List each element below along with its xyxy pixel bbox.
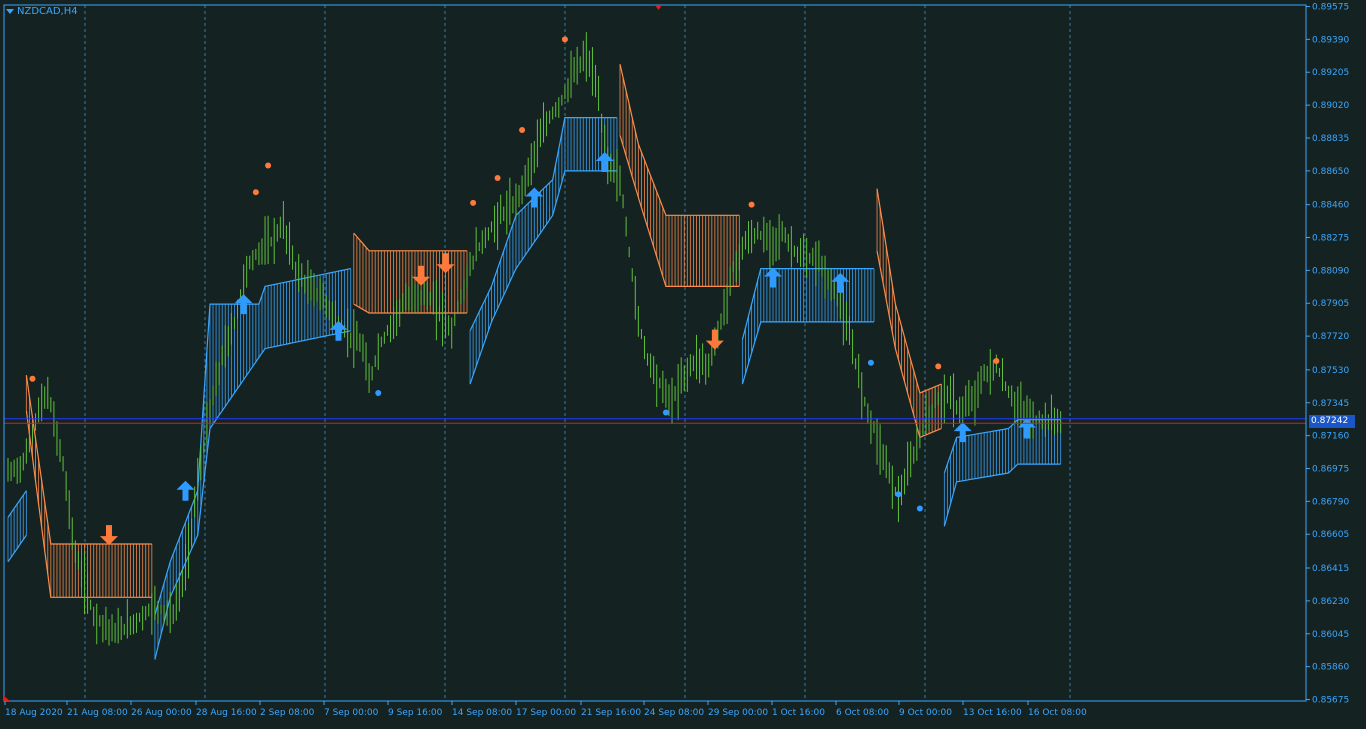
y-axis-tick-label: 0.89575 — [1312, 3, 1349, 13]
y-axis-tick-label: 0.85675 — [1312, 696, 1349, 706]
y-axis-tick-label: 0.89205 — [1312, 68, 1349, 78]
swing-high-dot — [29, 375, 36, 382]
swing-low-dot — [867, 359, 874, 366]
y-axis-tick-label: 0.87345 — [1312, 399, 1349, 409]
swing-high-dot — [993, 357, 1000, 364]
x-axis-tick-label: 14 Sep 08:00 — [452, 708, 512, 718]
swing-low-dot — [662, 409, 669, 416]
swing-high-dot — [470, 199, 477, 206]
y-axis-tick-label: 0.87160 — [1312, 432, 1349, 442]
swing-high-dot — [494, 174, 501, 181]
y-axis-tick-label: 0.87720 — [1312, 332, 1349, 342]
y-axis-tick-label: 0.88275 — [1312, 234, 1349, 244]
y-axis-tick-label: 0.86045 — [1312, 630, 1349, 640]
x-axis-tick-label: 17 Sep 00:00 — [516, 708, 576, 718]
y-axis-tick-label: 0.86415 — [1312, 564, 1349, 574]
chart-border — [3, 4, 1307, 702]
swing-low-dot — [895, 491, 902, 498]
swing-high-dot — [252, 189, 259, 196]
x-axis-tick-label: 16 Oct 08:00 — [1028, 708, 1087, 718]
y-axis-tick-label: 0.87905 — [1312, 299, 1349, 309]
dropdown-triangle-icon[interactable] — [6, 9, 14, 14]
y-axis-tick-label: 0.88650 — [1312, 167, 1349, 177]
y-axis-tick-label: 0.88835 — [1312, 134, 1349, 144]
x-axis-tick-label: 6 Oct 08:00 — [836, 708, 889, 718]
x-axis-tick-label: 9 Sep 16:00 — [388, 708, 443, 718]
y-axis-tick-label: 0.86790 — [1312, 497, 1349, 507]
band-lower-edge — [353, 303, 467, 314]
y-axis-tick-label: 0.86605 — [1312, 530, 1349, 540]
x-axis-tick-label: 1 Oct 16:00 — [772, 708, 825, 718]
swing-low-dot — [375, 389, 382, 396]
arrow-down-icon — [705, 329, 724, 350]
y-axis-tick-label: 0.88090 — [1312, 266, 1349, 276]
x-axis-tick-label: 26 Aug 00:00 — [131, 708, 192, 718]
band-upper-edge — [619, 64, 740, 216]
swing-high-dot — [748, 201, 755, 208]
x-axis-tick-label: 13 Oct 16:00 — [963, 708, 1022, 718]
band-lower-edge — [741, 321, 874, 385]
candle-layer — [7, 32, 1062, 646]
symbol-timeframe-text: NZDCAD,H4 — [17, 6, 78, 17]
grid-layer — [84, 5, 1071, 701]
y-axis-tick-label: 0.89020 — [1312, 101, 1349, 111]
band-lower-edge — [943, 463, 1061, 527]
arrow-down-icon — [99, 525, 118, 546]
x-axis-tick-label: 21 Aug 08:00 — [67, 708, 128, 718]
y-axis-tick-label: 0.87530 — [1312, 366, 1349, 376]
y-axis-tick-label: 0.89390 — [1312, 35, 1349, 45]
swing-high-dot — [265, 162, 272, 169]
current-price-badge: 0.87242 — [1309, 415, 1355, 428]
swing-low-dot — [916, 505, 923, 512]
x-axis-tick-label: 9 Oct 00:00 — [899, 708, 952, 718]
y-axis-tick-label: 0.85860 — [1312, 663, 1349, 673]
x-axis-tick-label: 2 Sep 08:00 — [260, 708, 315, 718]
x-axis-tick-label: 29 Sep 00:00 — [708, 708, 768, 718]
swing-high-dot — [935, 363, 942, 370]
chart-frame — [3, 4, 1307, 702]
y-axis-tick-label: 0.86230 — [1312, 597, 1349, 607]
swing-high-dot — [519, 126, 526, 133]
period-separator-marker-icon — [655, 5, 662, 10]
symbol-label[interactable]: NZDCAD,H4 — [6, 6, 78, 17]
x-axis-tick-label: 21 Sep 16:00 — [581, 708, 641, 718]
chart-window[interactable]: 0.89575 0.89390 0.89205 0.89020 0.88835 0.886… — [0, 0, 1366, 725]
y-axis-tick-label: 0.86975 — [1312, 465, 1349, 475]
x-axis-tick-label: 24 Sep 08:00 — [644, 708, 704, 718]
corner-marker-icon — [4, 696, 10, 701]
price-line-layer — [4, 418, 1306, 424]
swing-high-dot — [561, 36, 568, 43]
x-axis-tick-label: 28 Aug 16:00 — [196, 708, 257, 718]
x-axis-tick-label: 18 Aug 2020 — [5, 708, 63, 718]
band-upper-edge — [353, 232, 467, 252]
x-axis-tick-label: 7 Sep 00:00 — [324, 708, 379, 718]
price-chart[interactable]: 0.89575 0.89390 0.89205 0.89020 0.88835 0.886… — [0, 0, 1366, 725]
band-upper-edge — [741, 268, 874, 340]
arrow-up-icon — [176, 480, 195, 501]
y-axis-tick-label: 0.88460 — [1312, 201, 1349, 211]
